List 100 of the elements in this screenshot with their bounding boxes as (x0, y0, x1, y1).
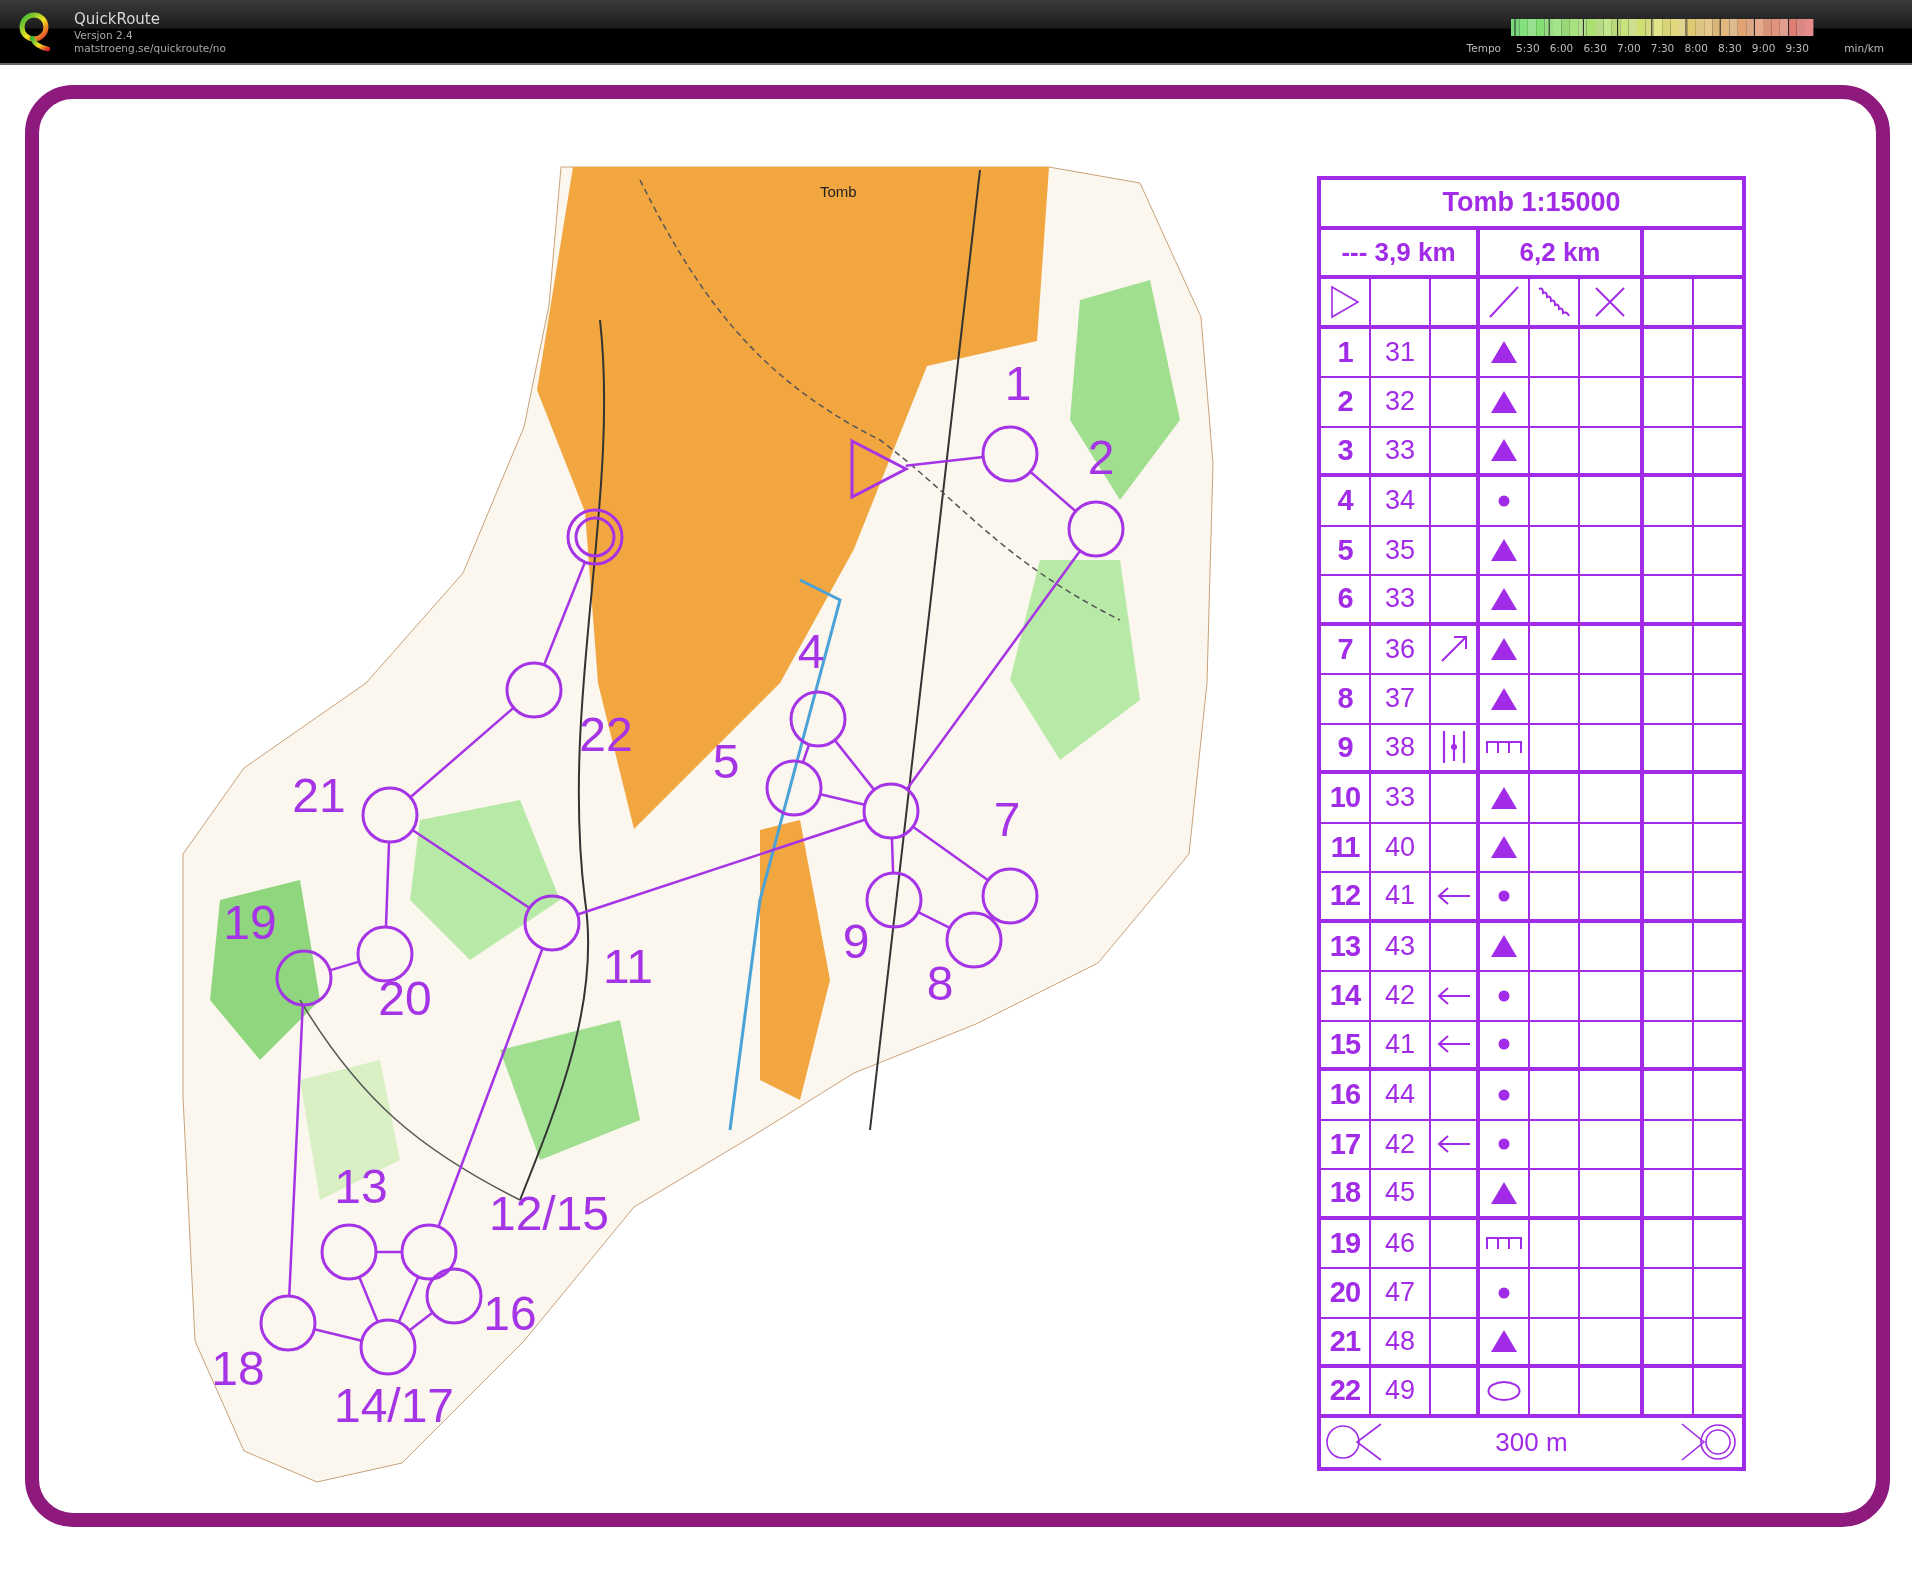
tempo-tick-label: 8:00 (1683, 42, 1709, 54)
blank-cell (1580, 1021, 1644, 1071)
control-number-label: 16 (483, 1287, 537, 1340)
dot-icon (1498, 989, 1510, 1002)
control-number: 15 (1329, 1027, 1361, 1061)
place-name-label: Tomb (820, 183, 857, 200)
blank-cell (1580, 1318, 1644, 1368)
control-number: 20 (1329, 1276, 1361, 1310)
tempo-tick-label: 5:30 (1515, 42, 1541, 54)
dot-icon (1498, 1038, 1510, 1051)
control-circle (356, 925, 414, 983)
control-code: 46 (1384, 1227, 1415, 1259)
control-number: 10 (1329, 781, 1361, 815)
blank-cell (1580, 1219, 1644, 1269)
dot-icon (1498, 1138, 1510, 1151)
control-number-label: 19 (223, 896, 277, 949)
control-number: 7 (1337, 632, 1353, 666)
blank-cell (1580, 378, 1644, 428)
control-circle (862, 782, 920, 840)
control-circle (259, 1294, 317, 1352)
filled-triangle-icon (1490, 586, 1518, 611)
control-code: 45 (1384, 1177, 1415, 1209)
comb-icon (1486, 740, 1522, 755)
blank-cell (1580, 1368, 1644, 1418)
control-number: 17 (1329, 1127, 1361, 1161)
blank-cell (1580, 724, 1644, 774)
finish-circle-icon (566, 508, 624, 566)
blank-cell (1580, 625, 1644, 675)
blank-cell (1580, 972, 1644, 1022)
control-circle (1067, 500, 1125, 558)
blank-cell (1580, 1120, 1644, 1170)
blank-cell (1644, 1219, 1694, 1269)
filled-triangle-icon (1490, 340, 1518, 365)
filled-triangle-icon (1490, 785, 1518, 810)
tempo-tick-label: 9:00 (1750, 42, 1777, 54)
blank-cell (1580, 675, 1644, 725)
control-number: 6 (1337, 582, 1353, 616)
control-code: 47 (1384, 1277, 1415, 1309)
blank-cell (1644, 823, 1694, 873)
control-code: 32 (1384, 386, 1415, 418)
blank-cell (1580, 823, 1644, 873)
control-code: 33 (1384, 434, 1415, 466)
control-number: 5 (1337, 533, 1353, 567)
dot-icon (1498, 1088, 1510, 1101)
dot-icon (1498, 889, 1510, 902)
control-number-label: 7 (993, 793, 1021, 846)
control-code: 35 (1384, 534, 1415, 566)
control-code: 33 (1384, 583, 1415, 615)
ellipse-icon (1487, 1379, 1521, 1402)
blank-cell (1644, 576, 1694, 626)
control-number-label: 18 (211, 1342, 265, 1395)
control-code: 48 (1384, 1325, 1415, 1357)
version-text: Versjon 2.4 (74, 28, 134, 42)
control-code: 41 (1384, 880, 1415, 912)
control-number-label: 8 (926, 957, 954, 1010)
control-code: 31 (1384, 336, 1415, 368)
control-number: 12 (1329, 879, 1361, 913)
start-triangle-icon (850, 438, 910, 500)
control-number-label: 2 (1087, 431, 1115, 484)
control-code: 41 (1384, 1028, 1415, 1060)
control-number-label: 11 (603, 940, 653, 993)
slash-icon (1488, 284, 1520, 319)
blank-cell (1644, 477, 1694, 527)
control-code: 36 (1384, 633, 1415, 665)
control-number-label: 9 (842, 915, 870, 968)
control-number: 13 (1329, 929, 1361, 963)
tempo-unit: min/km (1843, 42, 1885, 54)
website-url: matstroeng.se/quickroute/no (74, 41, 226, 55)
filled-triangle-icon (1490, 538, 1518, 563)
blank-cell (1644, 1120, 1694, 1170)
start-triangle-icon (1330, 284, 1360, 319)
control-circle (361, 786, 419, 844)
control-number: 14 (1329, 979, 1361, 1013)
filled-triangle-icon (1490, 835, 1518, 860)
blank-cell (1644, 1021, 1694, 1071)
control-code: 38 (1384, 731, 1415, 763)
control-number: 4 (1337, 484, 1353, 518)
control-code: 33 (1384, 782, 1415, 814)
control-number-label: 12/15 (488, 1187, 610, 1240)
blank-cell (1644, 1269, 1694, 1319)
control-circle (359, 1318, 417, 1376)
blank-cell (1644, 328, 1694, 378)
filled-triangle-icon (1490, 934, 1518, 959)
filled-triangle-icon (1490, 686, 1518, 711)
finish-distance: 300 m (1495, 1426, 1568, 1458)
control-number: 1 (1337, 335, 1353, 369)
control-number: 16 (1329, 1078, 1361, 1112)
blank-cell (1580, 427, 1644, 477)
control-number: 22 (1329, 1374, 1361, 1408)
control-circle (523, 894, 581, 952)
blank-cell (1580, 922, 1644, 972)
start-marker-icon (1325, 1422, 1383, 1463)
filled-triangle-icon (1490, 637, 1518, 662)
control-code: 49 (1384, 1375, 1415, 1407)
blank-cell (1644, 1170, 1694, 1220)
control-code: 43 (1384, 930, 1415, 962)
control-code: 40 (1384, 831, 1415, 863)
control-number: 2 (1337, 385, 1353, 419)
filled-triangle-icon (1490, 389, 1518, 414)
control-code: 34 (1384, 485, 1415, 517)
